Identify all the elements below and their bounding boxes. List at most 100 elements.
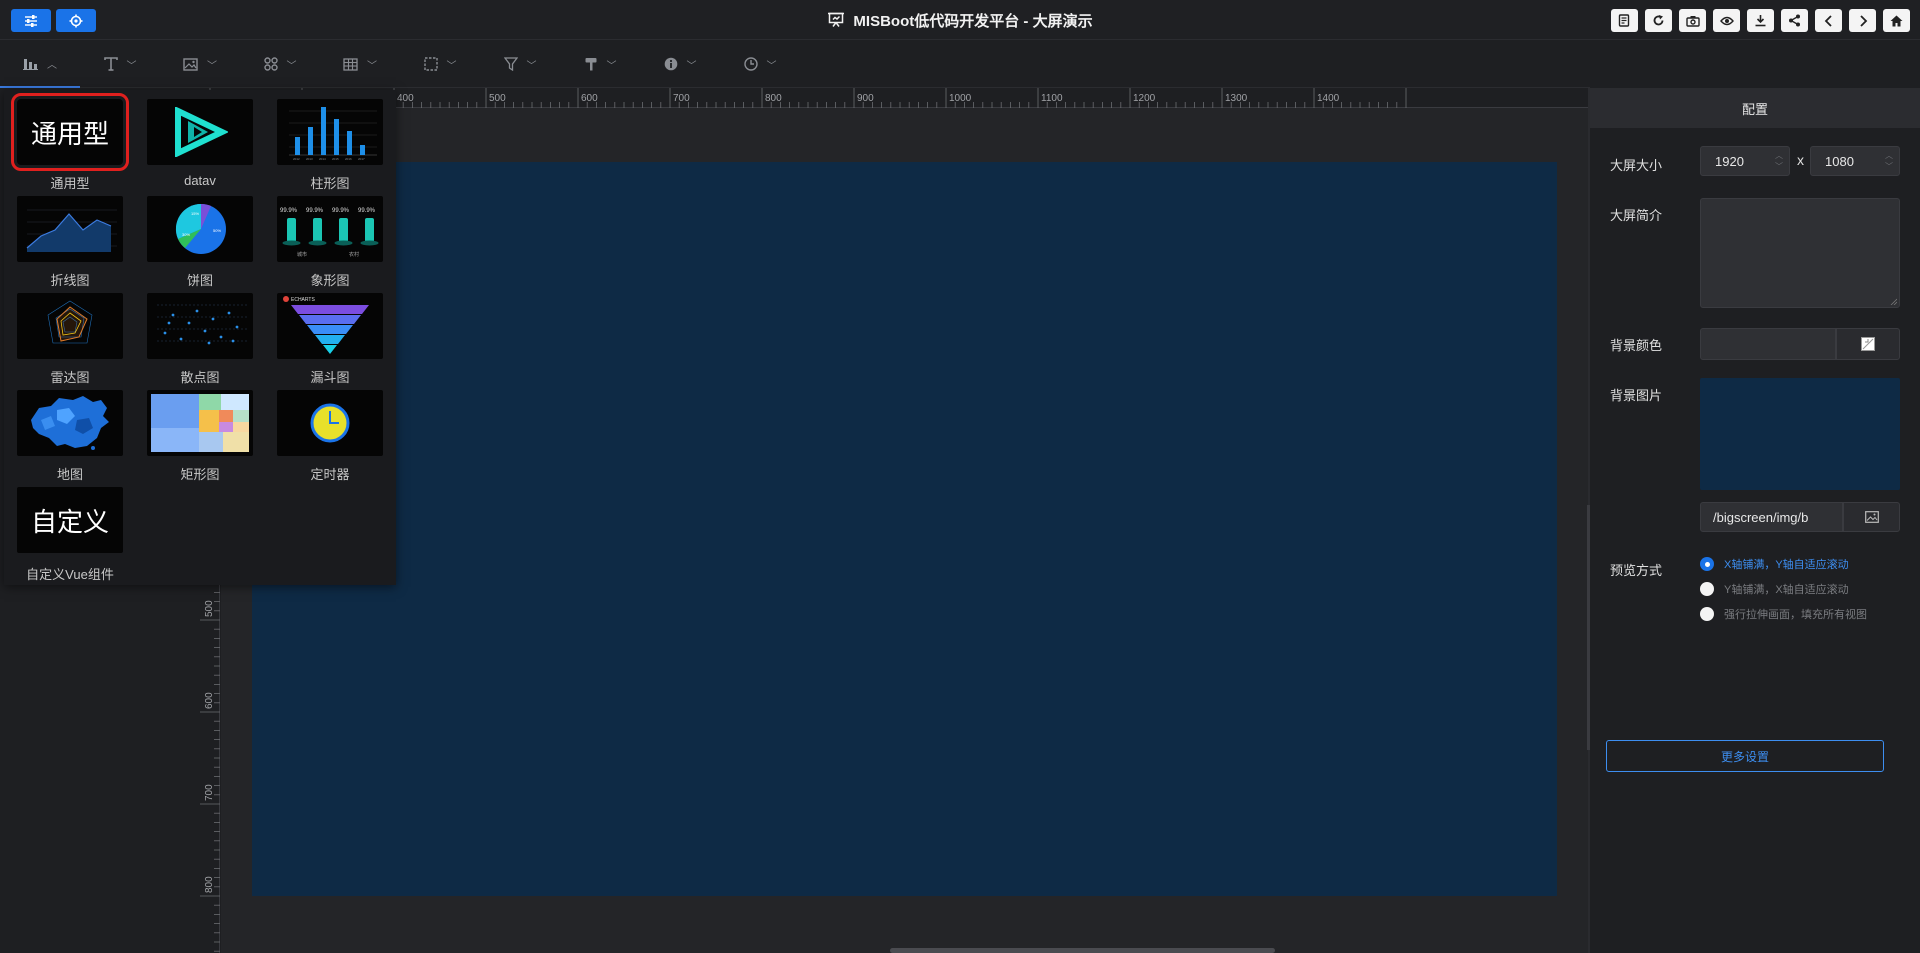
component-label: 地图	[56, 467, 83, 482]
component-radar[interactable]: 雷达图	[17, 293, 125, 385]
component-custom-vue[interactable]: 自定义 自定义Vue组件	[17, 487, 125, 582]
preview-option-x-fill[interactable]: X轴铺满，Y轴自适应滚动	[1700, 556, 1849, 572]
home-button[interactable]	[1883, 9, 1910, 32]
svg-text:2013: 2013	[306, 157, 313, 161]
description-textarea[interactable]	[1700, 198, 1900, 308]
ruler-label: 900	[857, 93, 874, 104]
svg-text:2016: 2016	[345, 157, 352, 161]
component-pie[interactable]: 50% 30% 15% 饼图	[147, 196, 255, 288]
component-scatter[interactable]: 散点图	[147, 293, 255, 385]
horizontal-ruler-ticks: 2003004005006007008009001000110012001300…	[200, 88, 1407, 108]
svg-text:50%: 50%	[213, 228, 221, 233]
height-input[interactable]: 1080 ︿ ﹀	[1810, 146, 1900, 176]
refresh-button[interactable]	[1645, 9, 1672, 32]
component-panel: 通用型 通用型 datav 2012 2013 2014 2015 2016 2017 柱…	[4, 90, 396, 585]
width-value: 1920	[1715, 153, 1744, 169]
chevron-down-icon: ﹀	[367, 60, 377, 72]
treemap-thumbnail	[151, 394, 249, 452]
bg-image-select-button[interactable]	[1843, 502, 1900, 532]
radio-unselected[interactable]	[1700, 582, 1714, 596]
filter-icon	[503, 57, 518, 71]
preview-option-y-fill[interactable]: Y轴铺满，X轴自适应滚动	[1700, 581, 1849, 597]
camera-button[interactable]	[1679, 9, 1706, 32]
category-border[interactable]: ﹀	[400, 40, 480, 88]
component-pictorial[interactable]: 99.9% 99.9% 99.9% 99.9% 城市 农村 象形图	[277, 196, 385, 288]
svg-text:2012: 2012	[293, 157, 300, 161]
component-funnel[interactable]: ECHARTS 漏斗图	[277, 293, 385, 385]
thumb-pie: 50% 30% 15%	[147, 196, 253, 262]
scatter-chart-thumbnail	[157, 304, 247, 345]
chevron-down-icon: ﹀	[446, 60, 457, 72]
component-label: 漏斗图	[310, 370, 350, 385]
component-general[interactable]: 通用型 通用型	[11, 93, 129, 191]
component-bar[interactable]: 2012 2013 2014 2015 2016 2017 柱形图	[277, 99, 385, 191]
share-button[interactable]	[1781, 9, 1808, 32]
config-header[interactable]: 配置	[1590, 88, 1920, 128]
bg-image-preview[interactable]	[1700, 378, 1900, 490]
thumb-funnel: ECHARTS	[277, 293, 383, 359]
config-scrollbar[interactable]	[1587, 505, 1590, 750]
pie-chart-thumbnail: 50% 30% 15%	[175, 203, 226, 254]
download-button[interactable]	[1747, 9, 1774, 32]
bigscreen-canvas[interactable]	[252, 162, 1557, 896]
funnel-brand-text: ECHARTS	[291, 297, 315, 303]
component-datav[interactable]: datav	[147, 99, 255, 191]
map-thumbnail	[31, 396, 109, 450]
redo-button[interactable]	[1849, 9, 1876, 32]
component-toolbar: ︿ ﹀ ﹀ ﹀ ﹀ ﹀ ﹀ ﹀ ﹀ ﹀	[0, 40, 1590, 88]
preview-option-stretch[interactable]: 强行拉伸画面，填充所有视图	[1700, 606, 1867, 622]
chevron-down-icon: ﹀	[766, 60, 777, 72]
chevron-down-icon: ﹀	[207, 60, 217, 72]
preview-mode-label: 预览方式	[1610, 563, 1663, 578]
pictorial-chart-thumbnail: 99.9% 99.9% 99.9% 99.9% 城市 农村	[280, 208, 379, 258]
ruler-label: 500	[204, 600, 215, 617]
component-treemap[interactable]: 矩形图	[147, 390, 255, 482]
color-picker-button[interactable]	[1836, 328, 1900, 360]
width-input[interactable]: 1920 ︿ ﹀	[1700, 146, 1790, 176]
ruler-label: 1200	[1133, 93, 1156, 104]
stepper-icon[interactable]: ︿ ﹀	[1885, 150, 1893, 172]
category-table[interactable]: ﹀	[320, 40, 400, 88]
bg-image-path-input[interactable]: /bigscreen/img/b	[1700, 502, 1843, 532]
component-timer[interactable]: 定时器	[277, 390, 385, 482]
radio-selected[interactable]	[1700, 557, 1714, 571]
category-text[interactable]: ﹀	[80, 40, 160, 88]
category-style[interactable]: ﹀	[560, 40, 640, 88]
pictorial-value: 99.9%	[358, 208, 376, 214]
category-info[interactable]: ﹀	[640, 40, 720, 88]
category-image[interactable]: ﹀	[160, 40, 240, 88]
thumb-radar	[17, 293, 123, 359]
table-icon	[343, 57, 358, 71]
preview-button[interactable]	[1713, 9, 1740, 32]
component-label: 柱形图	[310, 176, 350, 191]
color-picker-icon	[1861, 337, 1875, 351]
component-label: 象形图	[310, 273, 350, 288]
component-label: 雷达图	[50, 370, 90, 385]
bg-image-label: 背景图片	[1610, 388, 1663, 403]
component-line[interactable]: 折线图	[17, 196, 125, 288]
stepper-icon[interactable]: ︿ ﹀	[1775, 150, 1783, 172]
document-button[interactable]	[1611, 9, 1638, 32]
pictorial-value: 99.9%	[332, 208, 350, 214]
more-settings-button[interactable]: 更多设置	[1606, 740, 1884, 772]
undo-button[interactable]	[1815, 9, 1842, 32]
chevron-down-icon: ﹀	[606, 60, 617, 72]
pictorial-value: 99.9%	[280, 208, 298, 214]
bg-color-input[interactable]	[1700, 328, 1836, 360]
horizontal-scrollbar[interactable]	[890, 948, 1275, 953]
brush-icon	[585, 58, 596, 71]
component-map[interactable]: 地图	[17, 390, 125, 482]
ruler-label: 1100	[1041, 93, 1063, 104]
funnel-chart-thumbnail: ECHARTS	[283, 296, 369, 354]
category-layout[interactable]: ﹀	[240, 40, 320, 88]
radio-unselected[interactable]	[1700, 607, 1714, 621]
text-icon	[103, 57, 118, 71]
chevron-left-icon	[1824, 14, 1832, 27]
category-chart[interactable]: ︿	[0, 40, 80, 88]
ruler-label: 400	[397, 93, 414, 104]
category-filter[interactable]: ﹀	[480, 40, 560, 88]
config-header-text: 配置	[1741, 101, 1768, 117]
download-icon	[1755, 15, 1766, 27]
resize-handle-icon[interactable]	[1890, 298, 1897, 305]
category-timer[interactable]: ﹀	[720, 40, 800, 88]
